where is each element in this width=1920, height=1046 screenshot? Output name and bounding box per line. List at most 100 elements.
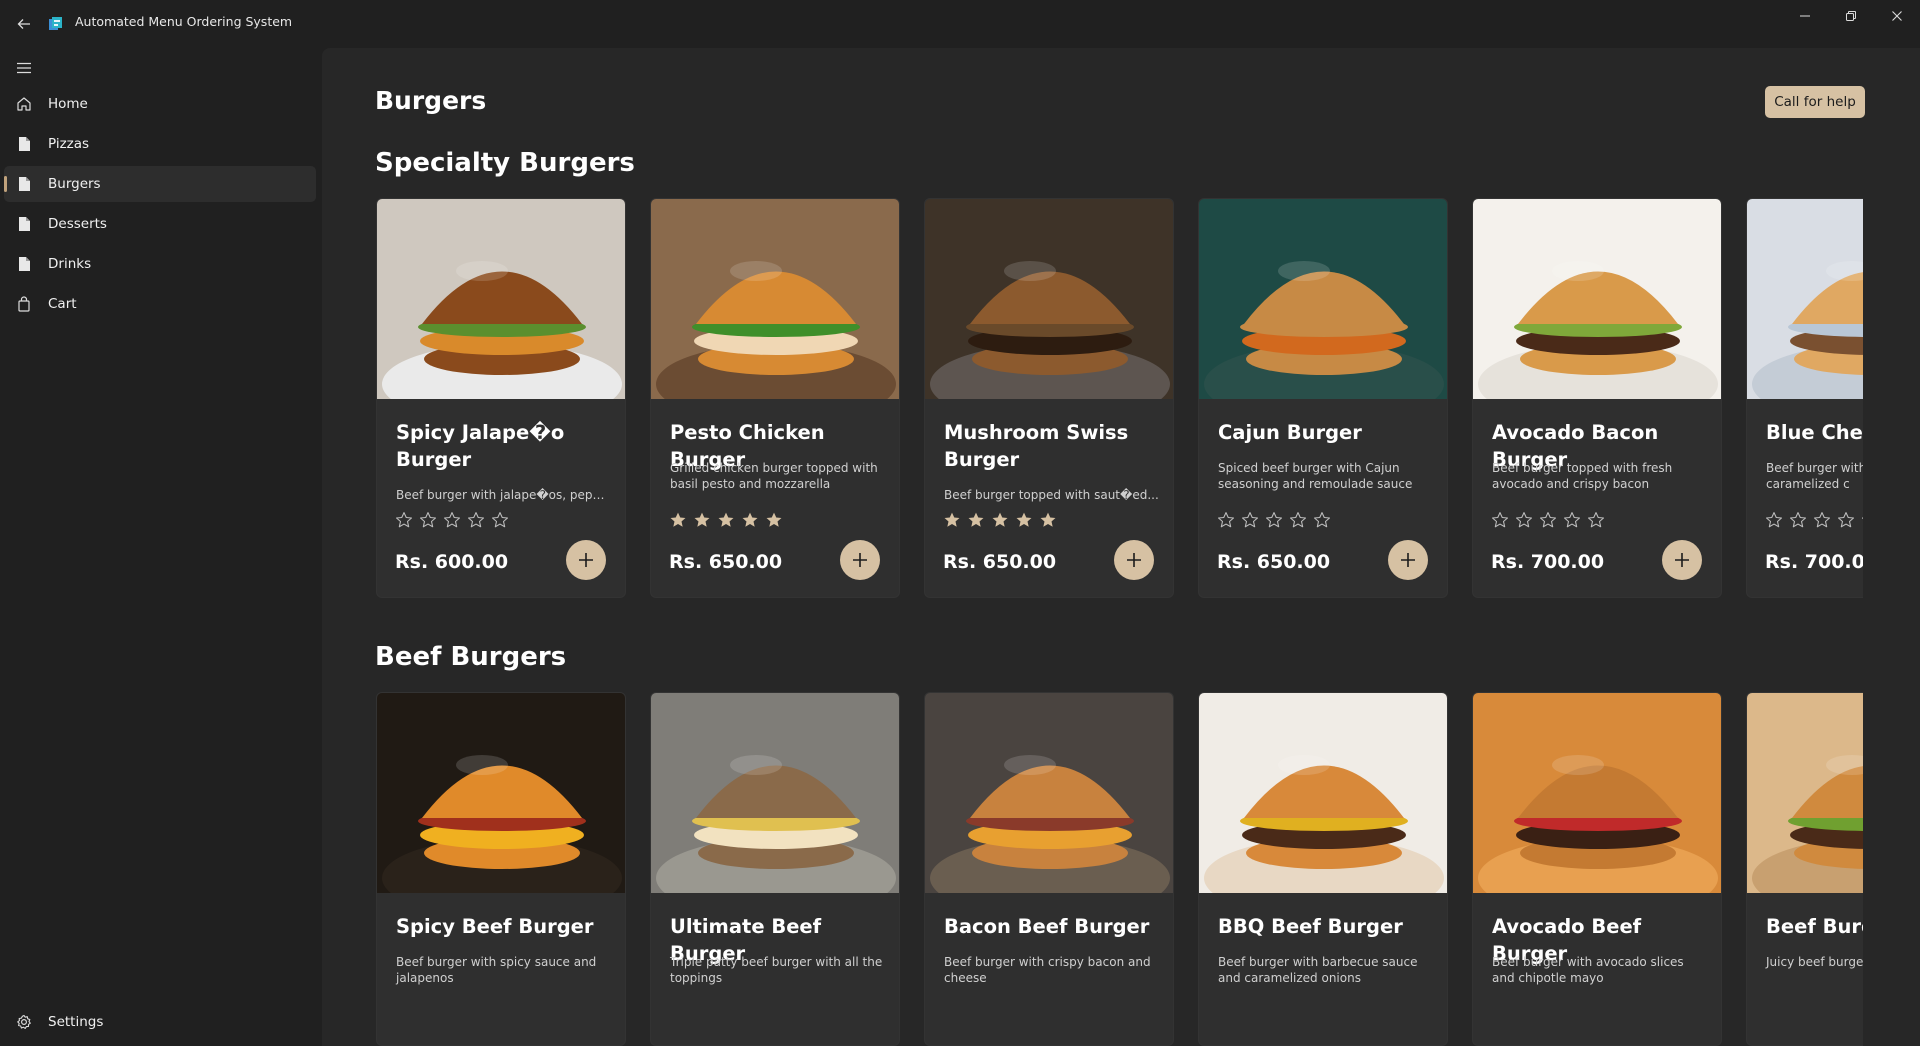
menu-item-card[interactable]: Avocado Bacon Burger Beef burger topped w… (1472, 198, 1722, 598)
menu-item-name: Spicy Jalape�o Burger (396, 421, 565, 471)
star-outline-icon[interactable] (1241, 511, 1259, 529)
star-outline-icon[interactable] (1861, 511, 1863, 529)
star-filled-icon[interactable] (943, 511, 961, 529)
star-outline-icon[interactable] (1837, 511, 1855, 529)
menu-item-card[interactable]: Blue Chees Beef burger with b and caramel… (1746, 198, 1863, 598)
star-filled-icon[interactable] (967, 511, 985, 529)
nav-item-burgers[interactable]: Burgers (4, 166, 316, 202)
add-to-cart-button[interactable] (1114, 540, 1154, 580)
hamburger-menu-button[interactable] (8, 52, 40, 84)
back-button[interactable] (8, 8, 40, 40)
star-filled-icon[interactable] (991, 511, 1009, 529)
nav-item-cart[interactable]: Cart (4, 286, 316, 322)
plus-icon (579, 553, 593, 567)
menu-item-price: Rs. 650.00 (669, 551, 783, 573)
add-to-cart-button[interactable] (1388, 540, 1428, 580)
nav-item-home[interactable]: Home (4, 86, 316, 122)
burger-photo (1199, 693, 1447, 893)
main-content: Burgers Call for help Specialty Burgers … (322, 48, 1920, 1046)
menu-item-card[interactable]: Cajun Burger Spiced beef burger with Caju… (1198, 198, 1448, 598)
nav-item-pizzas[interactable]: Pizzas (4, 126, 316, 162)
rating-stars[interactable] (1217, 511, 1331, 529)
star-outline-icon[interactable] (1563, 511, 1581, 529)
menu-item-price: Rs. 650.00 (943, 551, 1057, 573)
menu-item-price: Rs. 700.00 (1765, 551, 1863, 573)
menu-item-name: Spicy Beef Burger (396, 915, 594, 938)
star-outline-icon[interactable] (1539, 511, 1557, 529)
specialty-burgers-row[interactable]: Spicy Jalape�o Burger Beef burger with ja… (375, 198, 1863, 650)
call-for-help-button[interactable]: Call for help (1765, 86, 1865, 118)
star-outline-icon[interactable] (1765, 511, 1783, 529)
star-filled-icon[interactable] (1015, 511, 1033, 529)
burger-photo (925, 693, 1173, 893)
star-filled-icon[interactable] (741, 511, 759, 529)
menu-item-name: BBQ Beef Burger (1218, 915, 1403, 938)
menu-item-name: Mushroom Swiss Burger (944, 421, 1129, 471)
menu-item-card[interactable]: Pesto Chicken Burger Grilled chicken burg… (650, 198, 900, 598)
star-outline-icon[interactable] (1265, 511, 1283, 529)
star-outline-icon[interactable] (491, 511, 509, 529)
menu-item-card[interactable]: Bacon Beef Burger Beef burger with crispy… (924, 692, 1174, 1046)
menu-item-description: Grilled chicken burger topped with basil… (670, 461, 878, 491)
star-outline-icon[interactable] (1789, 511, 1807, 529)
app-logo-icon (49, 17, 62, 30)
rating-stars[interactable] (395, 511, 509, 529)
star-outline-icon[interactable] (1813, 511, 1831, 529)
star-filled-icon[interactable] (669, 511, 687, 529)
menu-item-card[interactable]: Mushroom Swiss Burger Beef burger topped … (924, 198, 1174, 598)
star-filled-icon[interactable] (1039, 511, 1057, 529)
home-icon (17, 97, 31, 111)
star-outline-icon[interactable] (1491, 511, 1509, 529)
shopping-bag-icon (18, 296, 30, 312)
star-outline-icon[interactable] (467, 511, 485, 529)
menu-item-name: Bacon Beef Burger (944, 915, 1150, 938)
add-to-cart-button[interactable] (1662, 540, 1702, 580)
rating-stars[interactable] (1765, 511, 1863, 529)
add-to-cart-button[interactable] (840, 540, 880, 580)
star-filled-icon[interactable] (717, 511, 735, 529)
menu-item-name: Beef Burge (1766, 915, 1863, 938)
nav-item-drinks[interactable]: Drinks (4, 246, 316, 282)
hamburger-icon (17, 62, 31, 74)
add-to-cart-button[interactable] (566, 540, 606, 580)
menu-item-card[interactable]: Spicy Jalape�o Burger Beef burger with ja… (376, 198, 626, 598)
nav-label-burgers: Burgers (48, 176, 101, 192)
gear-icon (17, 1014, 31, 1029)
star-filled-icon[interactable] (693, 511, 711, 529)
nav-label-settings: Settings (48, 1014, 104, 1030)
menu-item-card[interactable]: Avocado Beef Burger Beef burger with avoc… (1472, 692, 1722, 1046)
nav-item-desserts[interactable]: Desserts (4, 206, 316, 242)
nav-item-settings[interactable]: Settings (4, 1004, 316, 1040)
burger-photo (651, 693, 899, 893)
rating-stars[interactable] (943, 511, 1057, 529)
menu-item-card[interactable]: Beef Burge Juicy beef burger onions (1746, 692, 1863, 1046)
menu-item-image (1199, 693, 1447, 893)
beef-burgers-row[interactable]: Spicy Beef Burger Beef burger with spicy … (375, 692, 1863, 1046)
minimize-button[interactable] (1782, 0, 1828, 32)
star-outline-icon[interactable] (1515, 511, 1533, 529)
plus-icon (853, 553, 867, 567)
rating-stars[interactable] (1491, 511, 1605, 529)
star-outline-icon[interactable] (443, 511, 461, 529)
star-outline-icon[interactable] (1587, 511, 1605, 529)
restore-button[interactable] (1828, 0, 1874, 32)
close-button[interactable] (1874, 0, 1920, 32)
star-outline-icon[interactable] (395, 511, 413, 529)
menu-item-image (377, 199, 625, 399)
burger-photo (377, 199, 625, 399)
star-outline-icon[interactable] (1313, 511, 1331, 529)
menu-item-card[interactable]: Ultimate Beef Burger Triple patty beef bu… (650, 692, 900, 1046)
star-outline-icon[interactable] (1289, 511, 1307, 529)
menu-item-card[interactable]: BBQ Beef Burger Beef burger with barbecue… (1198, 692, 1448, 1046)
star-outline-icon[interactable] (419, 511, 437, 529)
menu-item-image (925, 199, 1173, 399)
star-outline-icon[interactable] (1217, 511, 1235, 529)
close-icon (1892, 11, 1902, 21)
rating-stars[interactable] (669, 511, 783, 529)
star-filled-icon[interactable] (765, 511, 783, 529)
menu-item-price: Rs. 700.00 (1491, 551, 1605, 573)
menu-item-card[interactable]: Spicy Beef Burger Beef burger with spicy … (376, 692, 626, 1046)
menu-item-description: Beef burger with spicy sauce and jalapen… (396, 955, 597, 985)
document-icon (19, 217, 30, 231)
minimize-icon (1800, 15, 1810, 17)
